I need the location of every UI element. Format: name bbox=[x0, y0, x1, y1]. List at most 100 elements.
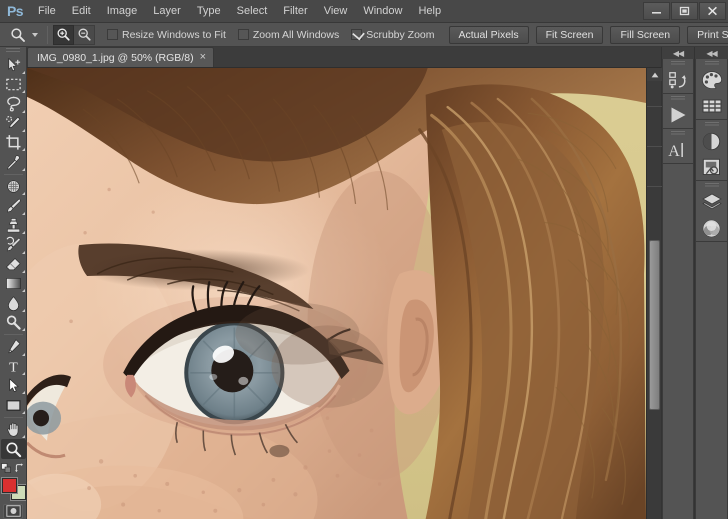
panel-group-grip[interactable] bbox=[671, 61, 685, 66]
photoshop-window: Ps File Edit Image Layer Type Select Fil… bbox=[0, 0, 728, 519]
color-controls bbox=[1, 461, 26, 476]
styles-panel-icon[interactable] bbox=[697, 154, 727, 180]
svg-text:A: A bbox=[668, 143, 680, 160]
flyout-triangle-icon bbox=[21, 90, 25, 94]
panel-group-grip[interactable] bbox=[671, 131, 685, 136]
channels-panel-icon[interactable] bbox=[697, 215, 727, 241]
document-tab[interactable]: IMG_0980_1.jpg @ 50% (RGB/8) × bbox=[27, 47, 215, 67]
close-icon[interactable]: × bbox=[200, 51, 206, 64]
collapse-panels-button-left[interactable]: ◀◀ bbox=[662, 47, 694, 59]
brush-tool[interactable] bbox=[1, 196, 26, 215]
photoshop-logo: Ps bbox=[6, 3, 24, 19]
close-button[interactable] bbox=[699, 2, 726, 20]
panel-group-grip[interactable] bbox=[704, 183, 719, 188]
foreground-background-swatches bbox=[1, 477, 26, 500]
color-panel-icon[interactable] bbox=[697, 67, 727, 93]
gradient-tool[interactable] bbox=[1, 274, 26, 293]
minimize-button[interactable] bbox=[643, 2, 670, 20]
move-tool[interactable] bbox=[1, 55, 26, 74]
flyout-triangle-icon bbox=[21, 128, 25, 132]
flyout-triangle-icon bbox=[21, 250, 25, 254]
menu-layer[interactable]: Layer bbox=[145, 0, 189, 23]
timeline-panel-group bbox=[662, 94, 694, 129]
checkbox-box bbox=[107, 29, 118, 40]
crop-tool[interactable] bbox=[1, 133, 26, 152]
spot-healing-brush-tool[interactable] bbox=[1, 177, 26, 196]
eyedropper-tool[interactable] bbox=[1, 152, 26, 171]
panel-group-grip[interactable] bbox=[704, 122, 719, 127]
eraser-tool[interactable] bbox=[1, 255, 26, 274]
history-panel-icon[interactable] bbox=[663, 67, 693, 93]
flyout-triangle-icon bbox=[21, 148, 25, 152]
print-size-button[interactable]: Print Size bbox=[687, 25, 728, 44]
panel-column-right-empty bbox=[695, 242, 728, 519]
resize-windows-to-fit-checkbox[interactable]: Resize Windows to Fit bbox=[107, 29, 226, 41]
checkbox-label: Scrubby Zoom bbox=[366, 28, 435, 41]
fill-screen-button[interactable]: Fill Screen bbox=[610, 25, 681, 44]
zoom-all-windows-checkbox[interactable]: Zoom All Windows bbox=[237, 28, 340, 41]
zoom-out-button[interactable] bbox=[74, 24, 95, 45]
zoom-preset-buttons: Actual Pixels Fit Screen Fill Screen Pri… bbox=[448, 25, 728, 44]
timeline-panel-icon[interactable] bbox=[663, 102, 693, 128]
panel-group-grip[interactable] bbox=[671, 96, 685, 101]
flyout-triangle-icon bbox=[21, 167, 25, 171]
hand-tool[interactable] bbox=[1, 420, 26, 439]
flyout-triangle-icon bbox=[21, 391, 25, 395]
swatches-panel-icon[interactable] bbox=[697, 93, 727, 119]
menu-window[interactable]: Window bbox=[355, 0, 410, 23]
fit-screen-button[interactable]: Fit Screen bbox=[535, 25, 604, 44]
color-swatches-panel-group bbox=[695, 59, 728, 120]
lasso-tool[interactable] bbox=[1, 94, 26, 113]
horizontal-type-tool[interactable]: T bbox=[1, 357, 26, 376]
vertical-scrollbar[interactable] bbox=[646, 68, 662, 519]
document-tab-strip: IMG_0980_1.jpg @ 50% (RGB/8) × bbox=[27, 47, 661, 68]
actual-pixels-button[interactable]: Actual Pixels bbox=[448, 25, 529, 44]
history-brush-tool[interactable] bbox=[1, 235, 26, 254]
panel-group-grip[interactable] bbox=[704, 61, 719, 66]
menu-file[interactable]: File bbox=[30, 0, 64, 23]
rectangular-marquee-tool[interactable] bbox=[1, 75, 26, 94]
layers-panel-icon[interactable] bbox=[697, 189, 727, 215]
tool-preset-picker[interactable] bbox=[4, 24, 42, 46]
scrollbar-thumb[interactable] bbox=[649, 240, 660, 410]
toolbar-divider-3 bbox=[3, 416, 23, 418]
clone-stamp-tool[interactable] bbox=[1, 216, 26, 235]
flyout-triangle-icon bbox=[21, 211, 25, 215]
scroll-up-arrow[interactable] bbox=[647, 68, 662, 81]
quick-mask-mode-button[interactable] bbox=[3, 503, 23, 519]
image-canvas[interactable] bbox=[27, 68, 646, 519]
menu-help[interactable]: Help bbox=[410, 0, 449, 23]
menu-filter[interactable]: Filter bbox=[275, 0, 315, 23]
maximize-button[interactable] bbox=[671, 2, 698, 20]
character-panel-group: A bbox=[662, 129, 694, 164]
menu-view[interactable]: View bbox=[316, 0, 356, 23]
tools-panel: T bbox=[0, 47, 27, 519]
menu-type[interactable]: Type bbox=[189, 0, 229, 23]
zoom-icon bbox=[8, 25, 28, 45]
rectangle-tool[interactable] bbox=[1, 395, 26, 414]
panel-column-left-empty bbox=[662, 164, 694, 519]
checkbox-label: Zoom All Windows bbox=[252, 28, 340, 41]
blur-tool[interactable] bbox=[1, 293, 26, 312]
dodge-tool[interactable] bbox=[1, 313, 26, 332]
quick-selection-tool[interactable] bbox=[1, 114, 26, 133]
adjustments-panel-icon[interactable] bbox=[697, 128, 727, 154]
scroll-track-tick bbox=[647, 106, 662, 107]
menu-edit[interactable]: Edit bbox=[64, 0, 99, 23]
workspace: T IMG_0980_1.jpg @ 50% (RGB/8) × ◀◀ A ◀◀ bbox=[0, 47, 728, 519]
path-selection-tool[interactable] bbox=[1, 376, 26, 395]
swap-colors-icon[interactable] bbox=[14, 463, 25, 474]
tools-panel-grip[interactable] bbox=[6, 48, 20, 54]
zoom-in-button[interactable] bbox=[53, 24, 74, 45]
character-panel-icon[interactable]: A bbox=[663, 137, 693, 163]
foreground-color-swatch[interactable] bbox=[1, 477, 17, 493]
flyout-triangle-icon bbox=[21, 352, 25, 356]
collapse-panels-button-right[interactable]: ◀◀ bbox=[695, 47, 728, 59]
menu-select[interactable]: Select bbox=[229, 0, 276, 23]
scrubby-zoom-checkbox[interactable]: Scrubby Zoom bbox=[351, 28, 435, 41]
history-actions-panel-group bbox=[662, 59, 694, 94]
pen-tool[interactable] bbox=[1, 337, 26, 356]
menu-image[interactable]: Image bbox=[99, 0, 146, 23]
default-colors-icon[interactable] bbox=[1, 462, 12, 474]
zoom-tool[interactable] bbox=[0, 439, 26, 459]
